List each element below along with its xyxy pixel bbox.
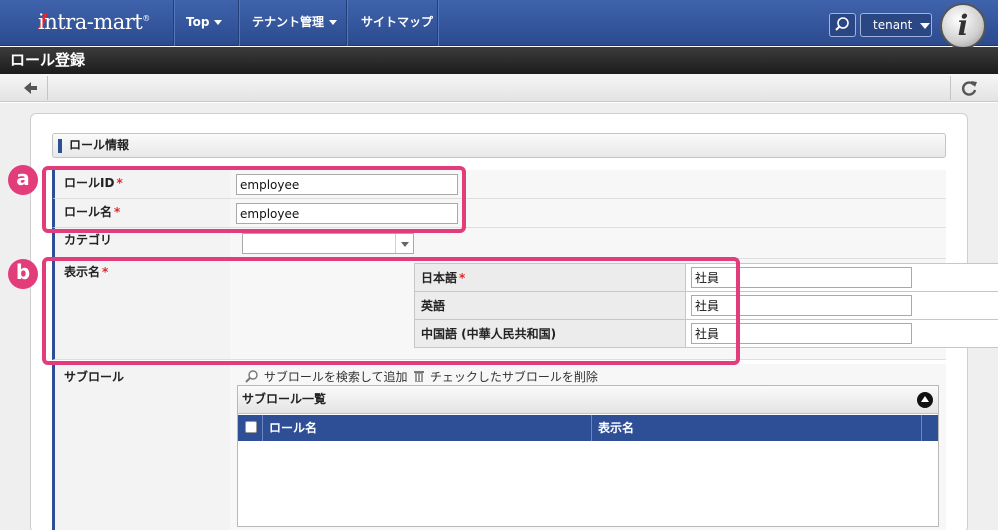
arrow-left-icon: [24, 82, 37, 94]
nav-sitemap[interactable]: サイトマップ: [361, 0, 433, 46]
trash-icon: [414, 371, 424, 382]
annotation-badge-b: b: [8, 259, 38, 289]
delete-checked-sub-role[interactable]: チェックしたサブロールを削除: [412, 368, 598, 385]
chevron-down-icon: [920, 22, 931, 29]
nav-tenant-management[interactable]: テナント管理: [252, 0, 338, 46]
global-header: intra-mart® Top テナント管理 サイトマップ tenant i: [0, 0, 998, 49]
collapse-icon[interactable]: [917, 392, 933, 408]
user-avatar[interactable]: i: [940, 3, 986, 49]
annotation-box-a: [42, 166, 466, 233]
annotation-box-b: [42, 257, 740, 365]
column-display-name[interactable]: 表示名: [592, 415, 922, 441]
sub-role-grid-header: ロール名 表示名: [238, 415, 938, 441]
global-search-button[interactable]: [829, 13, 856, 37]
page-title: ロール登録: [0, 47, 998, 74]
search-add-sub-role[interactable]: サブロールを検索して追加: [244, 368, 407, 385]
search-icon: [835, 17, 849, 31]
chevron-down-icon: [214, 20, 223, 25]
section-title: ロール情報: [52, 133, 946, 158]
search-icon: [245, 370, 258, 383]
back-button[interactable]: [12, 76, 48, 100]
category-select[interactable]: [242, 233, 414, 254]
toolbar: [0, 74, 998, 102]
sub-role-label: サブロール: [52, 364, 230, 530]
refresh-icon: [962, 81, 977, 96]
logo-text[interactable]: intra-mart®: [38, 10, 150, 34]
sub-role-grid-title: サブロール一覧: [238, 386, 938, 414]
column-role-name[interactable]: ロール名: [263, 415, 592, 441]
chevron-down-icon: [329, 20, 338, 25]
annotation-badge-a: a: [8, 165, 38, 195]
select-all-checkbox[interactable]: [245, 421, 257, 433]
tenant-menu-button[interactable]: tenant: [860, 13, 932, 37]
info-icon: i: [957, 9, 969, 42]
chevron-down-icon: [395, 234, 413, 253]
nav-top[interactable]: Top: [186, 0, 223, 46]
sub-role-grid: サブロール一覧 ロール名 表示名: [237, 385, 939, 527]
refresh-button[interactable]: [950, 76, 986, 100]
